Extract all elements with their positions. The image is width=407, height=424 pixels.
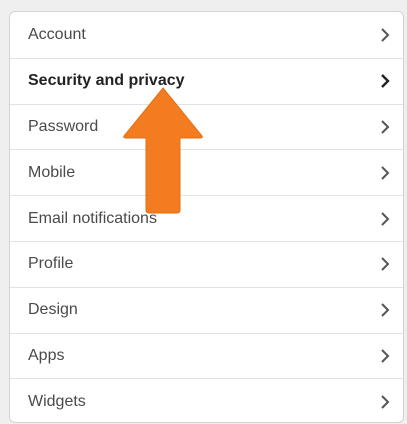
settings-screen: Account Security and privacy Password Mo… [0,0,407,424]
chevron-right-icon [381,257,390,272]
chevron-right-icon [381,211,390,226]
settings-menu: Account Security and privacy Password Mo… [9,11,404,423]
menu-item-apps[interactable]: Apps [10,332,403,379]
chevron-right-icon [381,120,390,134]
chevron-right-icon [381,395,390,409]
chevron-right-icon [381,166,390,180]
menu-item-email-notifications[interactable]: Email notifications [10,195,403,241]
chevron-right-icon [381,349,390,363]
menu-item-security-and-privacy[interactable]: Security and privacy [10,57,403,104]
menu-item-label: Account [28,25,86,43]
menu-item-widgets[interactable]: Widgets [10,378,403,422]
menu-item-password[interactable]: Password [10,103,403,150]
menu-item-label: Apps [28,346,65,364]
menu-item-label: Design [28,301,78,319]
menu-item-label: Widgets [28,392,86,410]
chevron-right-icon [381,74,390,89]
chevron-right-icon [381,303,390,317]
menu-item-mobile[interactable]: Mobile [10,149,403,195]
menu-item-design[interactable]: Design [10,286,403,333]
menu-item-label: Profile [28,255,74,273]
menu-item-label: Mobile [28,163,76,181]
menu-item-account[interactable]: Account [10,12,403,58]
up-arrow-icon [123,87,203,214]
chevron-right-icon [381,28,390,42]
menu-item-label: Password [28,117,99,135]
menu-item-profile[interactable]: Profile [10,240,403,287]
